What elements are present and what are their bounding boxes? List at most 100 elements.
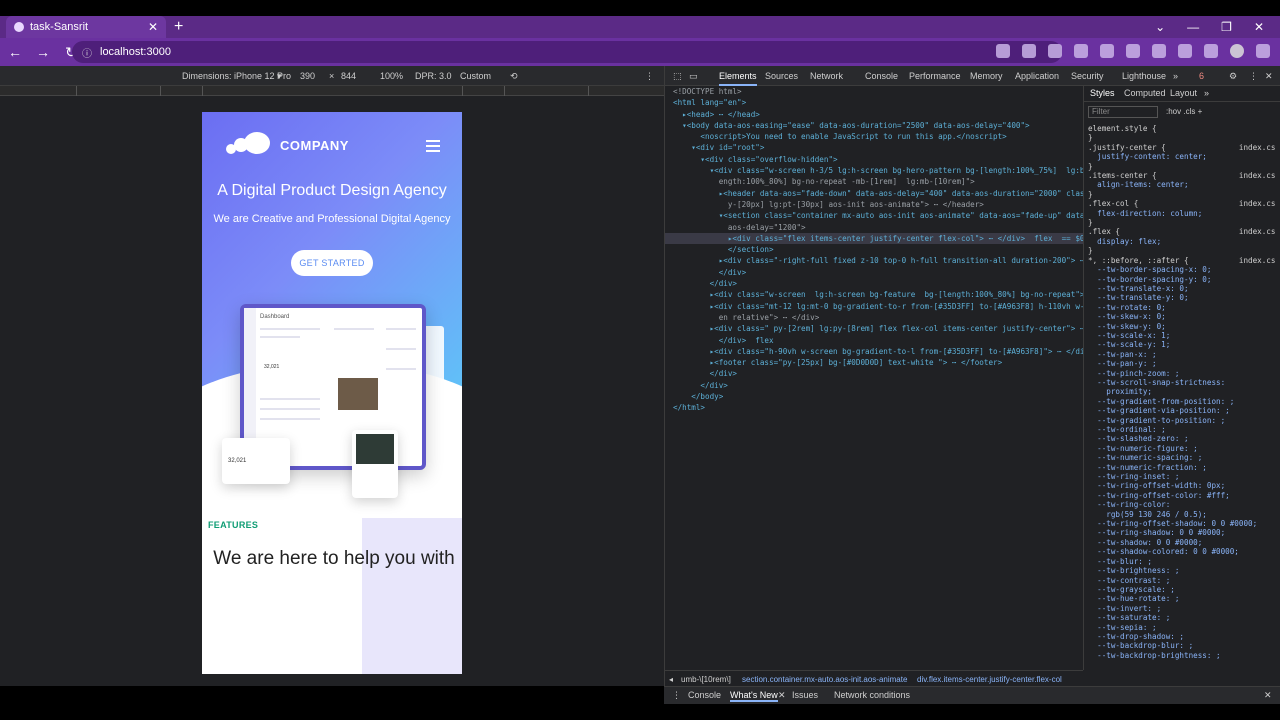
style-rule-line[interactable]: --tw-shadow-colored: 0 0 #0000; [1088, 547, 1276, 556]
style-rule-line[interactable]: --tw-blur: ; [1088, 557, 1276, 566]
styles-toolbar[interactable]: :hov .cls + [1166, 107, 1202, 116]
style-rule-line[interactable]: --tw-ring-inset: ; [1088, 472, 1276, 481]
style-rule-line[interactable]: --tw-gradient-via-position: ; [1088, 406, 1276, 415]
hamburger-menu-icon[interactable] [426, 140, 440, 155]
style-rule-line[interactable]: --tw-skew-y: 0; [1088, 322, 1276, 331]
style-rule-line[interactable]: .flex { index.css:3 [1088, 227, 1276, 236]
more-options-icon[interactable]: ⋮ [645, 71, 654, 82]
style-rule-line[interactable]: --tw-hue-rotate: ; [1088, 594, 1276, 603]
tab-lighthouse[interactable]: Lighthouse [1122, 71, 1166, 81]
dom-node-line[interactable]: </div> [665, 267, 1083, 278]
dom-node-line[interactable]: en relative"> ⋯ </div> [665, 312, 1083, 323]
browser-tab[interactable]: task-Sansrit ✕ [6, 16, 166, 38]
rotate-icon[interactable]: ⟲ [510, 71, 518, 82]
close-window-icon[interactable]: ✕ [1254, 20, 1264, 34]
devtools-menu-icon[interactable]: ⋮ [1249, 71, 1258, 82]
tab-network[interactable]: Network [810, 71, 843, 81]
style-rule-line[interactable]: --tw-pan-y: ; [1088, 359, 1276, 368]
puzzle-icon[interactable] [1178, 44, 1192, 58]
dom-node-line[interactable]: ▾<body data-aos-easing="ease" data-aos-d… [665, 120, 1083, 131]
height-input[interactable]: 844 [341, 71, 356, 81]
dom-node-line[interactable]: ▸<head> ⋯ </head> [665, 109, 1083, 120]
inspect-element-icon[interactable]: ⬚ [673, 71, 682, 82]
tab-memory[interactable]: Memory [970, 71, 1003, 81]
style-rule-line[interactable]: .flex-col { index.css:3 [1088, 199, 1276, 208]
more-tabs-icon[interactable]: » [1173, 71, 1178, 81]
style-rule-line[interactable]: } [1088, 133, 1276, 142]
dom-node-line[interactable]: ▸<div class=" py-[2rem] lg:py-[8rem] fle… [665, 323, 1083, 334]
tab-application[interactable]: Application [1015, 71, 1059, 81]
style-rule-line[interactable]: --tw-scale-x: 1; [1088, 331, 1276, 340]
style-rule-line[interactable]: --tw-skew-x: 0; [1088, 312, 1276, 321]
style-rule-line[interactable]: --tw-saturate: ; [1088, 613, 1276, 622]
styles-filter-input[interactable]: Filter [1088, 106, 1158, 118]
dpr-select[interactable]: DPR: 3.0 [415, 71, 452, 81]
style-rule-line[interactable]: } [1088, 190, 1276, 199]
style-rule-line[interactable]: --tw-backdrop-blur: ; [1088, 641, 1276, 650]
dom-node-line[interactable]: ength:100%_80%] bg-no-repeat -mb-[1rem] … [665, 176, 1083, 187]
dom-node-line[interactable]: ▾<section class="container mx-auto aos-i… [665, 210, 1083, 221]
extension-icon[interactable] [1100, 44, 1114, 58]
dom-node-line[interactable]: ▾<div class="w-screen h-3/5 lg:h-screen … [665, 165, 1083, 176]
style-rule-line[interactable]: --tw-numeric-fraction: ; [1088, 463, 1276, 472]
devtools-close-icon[interactable]: ✕ [1265, 71, 1273, 82]
settings-gear-icon[interactable]: ⚙ [1229, 71, 1237, 82]
tab-sources[interactable]: Sources [765, 71, 798, 81]
style-rule-line[interactable]: --tw-ring-offset-color: #fff; [1088, 491, 1276, 500]
style-rule-line[interactable]: *, ::before, ::after { index.css:1 [1088, 256, 1276, 265]
style-rule-line[interactable]: --tw-scroll-snap-strictness: [1088, 378, 1276, 387]
extension-icon[interactable] [1074, 44, 1088, 58]
drawer-tab-network-conditions[interactable]: Network conditions [834, 690, 910, 700]
device-toggle-icon[interactable]: ▭ [689, 71, 698, 82]
style-rule-line[interactable]: flex-direction: column; [1088, 209, 1276, 218]
dom-node-line[interactable]: y-[20px] lg:pt-[30px] aos-init aos-anima… [665, 199, 1083, 210]
style-rule-line[interactable]: --tw-scale-y: 1; [1088, 340, 1276, 349]
style-rule-line[interactable]: } [1088, 246, 1276, 255]
dom-node-line[interactable]: <!DOCTYPE html> [665, 86, 1083, 97]
dom-node-line[interactable]: ▸<div class="mt-12 lg:mt-0 bg-gradient-t… [665, 301, 1083, 312]
tab-computed[interactable]: Computed [1124, 88, 1166, 98]
new-tab-icon[interactable]: + [174, 18, 183, 36]
style-rule-line[interactable]: .items-center { index.css:3 [1088, 171, 1276, 180]
style-rule-line[interactable]: proximity; [1088, 387, 1276, 396]
install-icon[interactable] [996, 44, 1010, 58]
width-input[interactable]: 390 [300, 71, 315, 81]
dom-node-line[interactable]: ▸<header data-aos="fade-down" data-aos-d… [665, 188, 1083, 199]
dom-node-line[interactable]: ▸<div class="h-90vh w-screen bg-gradient… [665, 346, 1083, 357]
extension-icon[interactable] [1152, 44, 1166, 58]
dom-node-line[interactable]: </div> [665, 380, 1083, 391]
dom-node-line[interactable]: <noscript>You need to enable JavaScript … [665, 131, 1083, 142]
style-rule-line[interactable]: .justify-center { index.css:3 [1088, 143, 1276, 152]
side-panel-icon[interactable] [1204, 44, 1218, 58]
style-rule-line[interactable]: --tw-gradient-from-position: ; [1088, 397, 1276, 406]
dom-node-line[interactable]: </div> [665, 278, 1083, 289]
get-started-button[interactable]: GET STARTED [291, 250, 373, 276]
style-rule-line[interactable]: --tw-contrast: ; [1088, 576, 1276, 585]
dom-node-line[interactable]: ▸<div class="-right-full fixed z-10 top-… [665, 255, 1083, 266]
address-bar[interactable]: ⓘ localhost:3000 [72, 41, 1062, 63]
tab-console[interactable]: Console [865, 71, 898, 81]
tab-layout[interactable]: Layout [1170, 88, 1197, 98]
style-rule-line[interactable]: --tw-translate-y: 0; [1088, 293, 1276, 302]
style-rule-line[interactable]: --tw-ordinal: ; [1088, 425, 1276, 434]
throttle-select[interactable]: Custom [460, 71, 491, 81]
dom-node-line[interactable]: ▾<div id="root"> [665, 142, 1083, 153]
tab-styles[interactable]: Styles [1090, 88, 1115, 98]
dom-node-line[interactable]: ▸<footer class="py-[25px] bg-[#0D0D0D] t… [665, 357, 1083, 368]
style-rule-line[interactable]: --tw-ring-color: [1088, 500, 1276, 509]
media-query-ruler[interactable] [0, 86, 664, 96]
menu-icon[interactable] [1256, 44, 1270, 58]
style-rule-line[interactable]: display: flex; [1088, 237, 1276, 246]
logo[interactable]: COMPANY [226, 132, 349, 158]
site-info-icon[interactable]: ⓘ [82, 45, 92, 60]
dom-node-line[interactable]: </section> [665, 244, 1083, 255]
dom-node-line[interactable]: </div> [665, 368, 1083, 379]
more-panes-icon[interactable]: » [1204, 88, 1209, 98]
error-count-badge[interactable]: 6 [1199, 71, 1204, 81]
dom-node-line[interactable]: </html> [665, 402, 1083, 413]
tab-search-icon[interactable]: ⌄ [1155, 20, 1165, 34]
style-rule-line[interactable]: align-items: center; [1088, 180, 1276, 189]
style-rule-line[interactable]: justify-content: center; [1088, 152, 1276, 161]
style-rule-line[interactable]: --tw-border-spacing-y: 0; [1088, 275, 1276, 284]
drawer-tab-issues[interactable]: Issues [792, 690, 818, 700]
